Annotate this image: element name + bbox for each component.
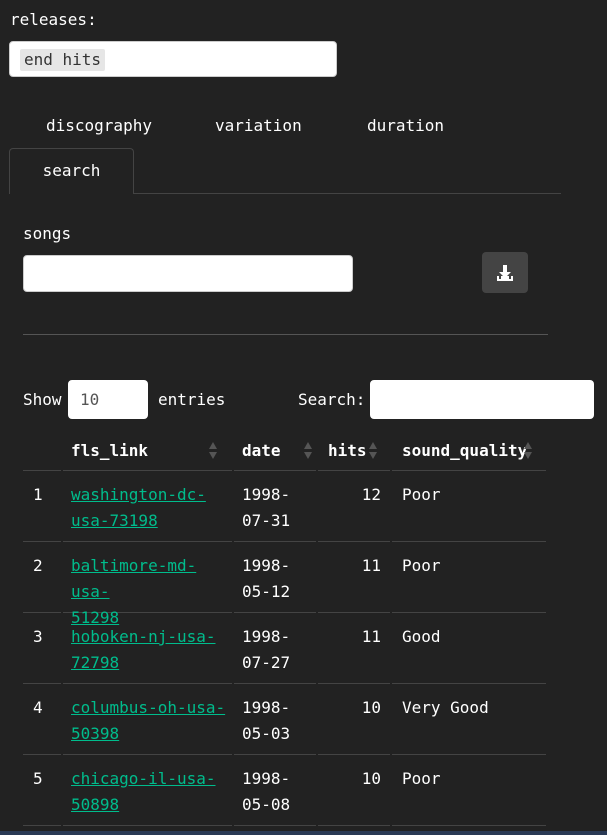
sort-icon (369, 442, 377, 460)
fls-link-cell: columbus-oh-usa- 50398 (63, 684, 232, 755)
show-label: Show (23, 390, 62, 409)
fls-link-cell: chicago-il-usa- 50898 (63, 755, 232, 826)
column-header-date[interactable]: date (234, 430, 316, 471)
date-cell: 1998- 05-03 (234, 684, 316, 755)
table-row: 4 columbus-oh-usa- 50398 1998- 05-03 10 Ve… (23, 684, 546, 755)
column-header-sound-quality[interactable]: sound_quality (392, 430, 546, 471)
table-row: 3 hoboken-nj-usa- 72798 1998- 07-27 11 Goo… (23, 613, 546, 684)
date-cell: 1998- 07-31 (234, 471, 316, 542)
row-index: 4 (23, 684, 61, 755)
row-index: 5 (23, 755, 61, 826)
hits-cell: 11 (318, 542, 390, 613)
date-cell: 1998- 05-08 (234, 755, 316, 826)
row-index: 2 (23, 542, 61, 613)
column-header-hits[interactable]: hits (318, 430, 390, 471)
sound-quality-cell: Very Good (392, 684, 546, 755)
page: releases: end hits discography variation… (0, 0, 607, 835)
songs-label: songs (23, 224, 72, 243)
fls-link-cell: baltimore-md-usa- 51298 (63, 542, 232, 627)
row-index: 3 (23, 613, 61, 684)
hits-cell: 12 (318, 471, 390, 542)
date-cell: 1998- 05-12 (234, 542, 316, 613)
column-header-index (23, 430, 61, 471)
tab-bar: discography variation duration (0, 110, 560, 142)
date-cell: 1998- 07-27 (234, 613, 316, 684)
column-header-label: hits (328, 441, 367, 460)
search-label: Search: (298, 390, 366, 409)
releases-select[interactable]: end hits (9, 41, 337, 77)
table-row: 1 washington-dc-usa-73198 1998- 07-31 12 … (23, 471, 546, 542)
search-input[interactable] (370, 380, 594, 419)
releases-label: releases: (10, 10, 97, 29)
table-header: fls_link date hits sound_quality (23, 430, 546, 471)
tab-variation[interactable]: variation (215, 110, 302, 142)
tab-duration[interactable]: duration (367, 110, 444, 142)
hits-cell: 10 (318, 684, 390, 755)
sound-quality-cell: Good (392, 613, 546, 684)
download-icon (497, 264, 513, 281)
entries-label: entries (158, 390, 226, 409)
column-header-label: sound_quality (402, 441, 528, 460)
fls-link[interactable]: chicago-il-usa- 50898 (71, 766, 232, 818)
section-divider (23, 334, 548, 335)
fls-link[interactable]: hoboken-nj-usa- 72798 (71, 624, 232, 676)
download-button[interactable] (482, 252, 528, 293)
window-bottom-edge (0, 831, 607, 835)
column-header-fls-link[interactable]: fls_link (63, 430, 232, 471)
fls-link[interactable]: washington-dc-usa-73198 (71, 482, 232, 534)
fls-link[interactable]: columbus-oh-usa- 50398 (71, 695, 232, 747)
column-header-label: date (242, 441, 281, 460)
table-row: 5 chicago-il-usa- 50898 1998- 05-08 10 Poo… (23, 755, 546, 826)
sound-quality-cell: Poor (392, 755, 546, 826)
hits-cell: 11 (318, 613, 390, 684)
sort-icon (524, 442, 532, 460)
songs-input[interactable] (23, 255, 353, 292)
release-chip[interactable]: end hits (20, 49, 106, 71)
tab-discography[interactable]: discography (46, 110, 152, 142)
sound-quality-cell: Poor (392, 542, 546, 613)
fls-link-cell: washington-dc-usa-73198 (63, 471, 232, 542)
fls-link-cell: hoboken-nj-usa- 72798 (63, 613, 232, 684)
tab-search[interactable]: search (9, 148, 134, 194)
row-index: 1 (23, 471, 61, 542)
sort-icon (209, 442, 217, 460)
entries-select[interactable]: 10 (68, 380, 148, 419)
sound-quality-cell: Poor (392, 471, 546, 542)
sort-icon (304, 442, 312, 460)
column-header-label: fls_link (71, 441, 149, 460)
hits-cell: 10 (318, 755, 390, 826)
table-row: 2 baltimore-md-usa- 51298 1998- 05-12 11 P… (23, 542, 546, 627)
